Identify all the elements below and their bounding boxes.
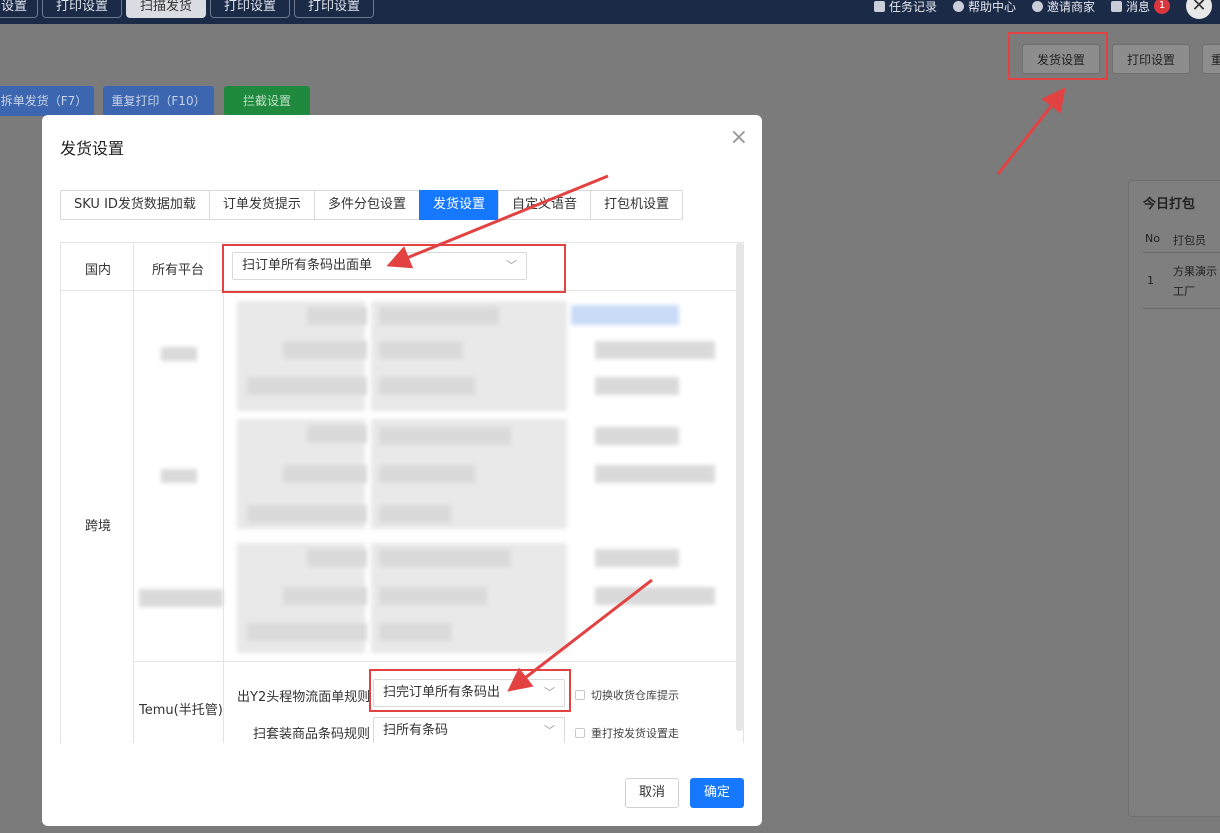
cross-border-label: 跨境 — [85, 519, 112, 534]
nav-tab-print-settings-3[interactable]: 打印设置 — [294, 0, 374, 18]
checkbox-icon — [575, 690, 585, 700]
redacted-block — [595, 377, 679, 395]
ship-settings-modal: 发货设置 × SKU ID发货数据加载 订单发货提示 多件分包设置 发货设置 自… — [42, 115, 762, 826]
tab-ship-settings[interactable]: 发货设置 — [418, 190, 499, 220]
close-circle-icon[interactable]: ✕ — [1186, 0, 1212, 19]
redacted-block — [595, 427, 679, 445]
invite-merchant-link[interactable]: 邀请商家 — [1031, 0, 1095, 15]
close-icon[interactable]: × — [730, 127, 748, 149]
message-icon — [1110, 0, 1122, 12]
checkbox-icon — [575, 728, 585, 738]
highlight-ship-settings — [1008, 32, 1108, 80]
confirm-button[interactable]: 确定 — [690, 778, 744, 808]
redacted-block — [247, 377, 367, 395]
nav-tab-scan-ship[interactable]: 扫描发货 — [126, 0, 206, 18]
redacted-block — [307, 425, 367, 443]
bundle-rule-select[interactable]: 扫所有条码 ﹀ — [373, 717, 565, 743]
domestic-label: 国内 — [85, 263, 112, 278]
platform-label: 所有平台 — [152, 263, 205, 278]
redacted-block — [595, 549, 679, 567]
redacted-block — [283, 341, 367, 359]
redacted-block — [379, 465, 475, 483]
task-log-icon — [873, 0, 885, 12]
row-no: 1 — [1147, 274, 1154, 287]
table-scrollbar[interactable] — [736, 243, 743, 731]
top-right-menu: 任务记录 帮助中心 邀请商家 消息 1 ✕ — [873, 0, 1220, 19]
redacted-block — [247, 505, 367, 523]
help-icon — [952, 0, 964, 12]
tab-packer-settings[interactable]: 打包机设置 — [589, 190, 683, 220]
reprint-button[interactable]: 重复打印（F10） — [103, 86, 214, 116]
messages-link[interactable]: 消息 1 — [1110, 0, 1170, 15]
redacted-block — [161, 347, 197, 361]
top-nav-bar: 设置 打印设置 扫描发货 打印设置 打印设置 任务记录 帮助中心 邀请商家 消息… — [0, 0, 1220, 24]
redacted-block — [379, 377, 475, 395]
modal-title: 发货设置 — [60, 139, 125, 158]
redacted-block — [595, 587, 715, 605]
row-packer-line2: 工厂 — [1173, 285, 1195, 298]
chevron-down-icon: ﹀ — [544, 724, 555, 737]
temu-label: Temu(半托管) — [139, 703, 223, 718]
bundle-rule-value: 扫所有条码 — [383, 723, 449, 738]
message-badge: 1 — [1154, 0, 1170, 14]
redacted-block — [379, 587, 487, 605]
nav-tab-print-settings[interactable]: 打印设置 — [42, 0, 122, 18]
nav-tab-print-settings-2[interactable]: 打印设置 — [210, 0, 290, 18]
redacted-block — [161, 469, 197, 483]
invite-merchant-label: 邀请商家 — [1046, 0, 1095, 14]
highlight-y2-select — [369, 669, 571, 712]
intercept-settings-button[interactable]: 拦截设置 — [224, 86, 310, 116]
modal-tabs: SKU ID发货数据加载 订单发货提示 多件分包设置 发货设置 自定义语音 打包… — [60, 190, 683, 220]
col-packer: 打包员 — [1173, 234, 1206, 247]
redacted-block — [595, 341, 715, 359]
redacted-block — [379, 341, 463, 359]
column-divider — [223, 291, 224, 743]
tab-multi-package[interactable]: 多件分包设置 — [313, 190, 420, 220]
nav-tab-settings[interactable]: 设置 — [0, 0, 38, 18]
divider — [1143, 252, 1220, 253]
col-no: No — [1145, 232, 1160, 245]
help-center-link[interactable]: 帮助中心 — [952, 0, 1016, 15]
row-packer-line1: 方果演示 — [1173, 265, 1217, 278]
redacted-block — [139, 589, 223, 607]
redacted-link — [571, 305, 679, 325]
user-icon — [1031, 0, 1043, 12]
redacted-block — [307, 307, 367, 325]
task-log-link[interactable]: 任务记录 — [873, 0, 937, 15]
redacted-block — [307, 549, 367, 567]
redacted-block — [283, 587, 367, 605]
switch-warehouse-tip-checkbox[interactable]: 切换收货仓库提示 — [575, 687, 679, 703]
redacted-block — [283, 465, 367, 483]
split-ship-button[interactable]: 拆单发货（F7） — [0, 86, 94, 116]
reprint-follow-settings-checkbox[interactable]: 重打按发货设置走 — [575, 725, 679, 741]
today-pack-panel: 今日打包 No 打包员 1 方果演示 工厂 — [1128, 180, 1220, 817]
bundle-rule-label: 扫套装商品条码规则 — [253, 727, 371, 742]
switch-warehouse-tip-label: 切换收货仓库提示 — [591, 689, 679, 702]
settings-table: 国内 所有平台 扫订单所有条码出面单 ﹀ 跨境 Temu(半托管) 出Y2头程物… — [60, 242, 744, 743]
column-divider — [133, 243, 134, 743]
highlight-domestic-select — [222, 244, 566, 293]
print-settings-button[interactable]: 打印设置 — [1112, 44, 1190, 74]
tab-sku-id-load[interactable]: SKU ID发货数据加载 — [60, 190, 210, 220]
tab-order-ship-tip[interactable]: 订单发货提示 — [208, 190, 315, 220]
messages-label: 消息 — [1125, 0, 1150, 14]
row-divider — [133, 661, 743, 662]
help-center-label: 帮助中心 — [967, 0, 1016, 14]
tab-custom-voice[interactable]: 自定义语音 — [497, 190, 591, 220]
reprint-follow-settings-label: 重打按发货设置走 — [591, 727, 679, 740]
y2-rule-label: 出Y2头程物流面单规则 — [237, 690, 371, 705]
today-pack-title: 今日打包 — [1143, 197, 1196, 212]
redacted-block — [379, 505, 451, 523]
divider — [1143, 308, 1220, 309]
redacted-block — [379, 307, 499, 325]
more-button[interactable]: 重 — [1202, 44, 1220, 74]
redacted-block — [379, 427, 511, 445]
redacted-block — [247, 623, 367, 641]
redacted-block — [379, 623, 451, 641]
redacted-block — [595, 465, 715, 483]
redacted-block — [379, 549, 511, 567]
task-log-label: 任务记录 — [888, 0, 937, 14]
cancel-button[interactable]: 取消 — [625, 778, 679, 808]
